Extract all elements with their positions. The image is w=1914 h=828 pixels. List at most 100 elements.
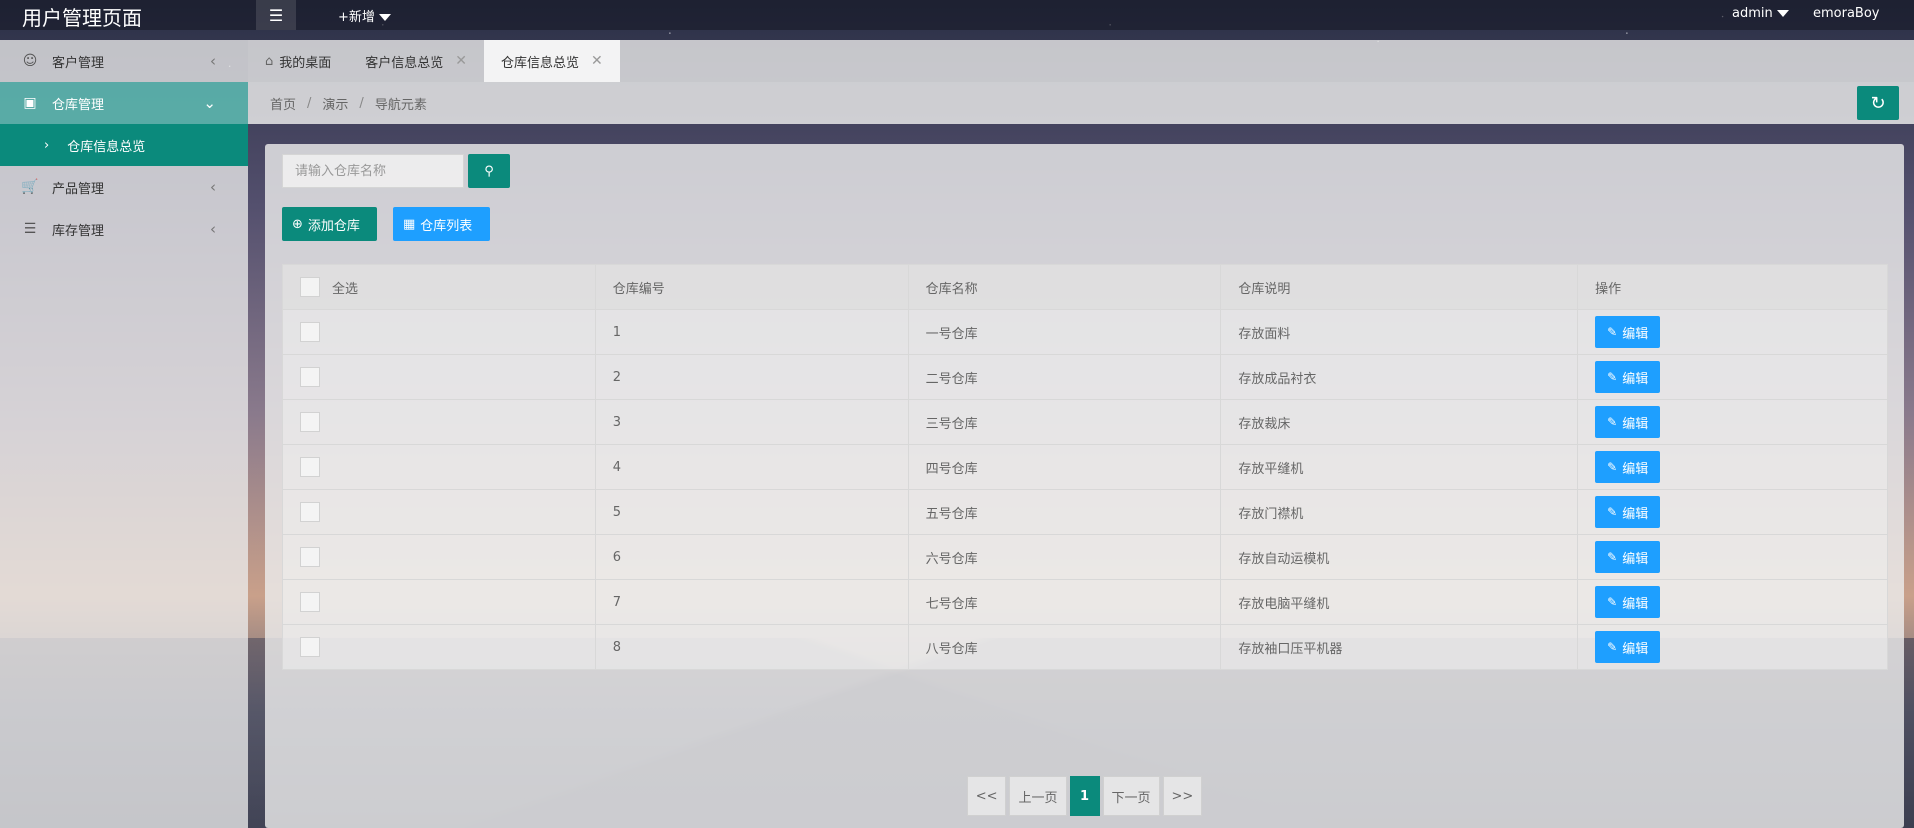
menu-toggle-button[interactable]: ☰: [256, 0, 296, 30]
sidebar-item-label: 仓库管理: [52, 97, 105, 113]
sidebar-subitem-label: 仓库信息总览: [67, 139, 146, 155]
tab-warehouse-overview[interactable]: 仓库信息总览 ✕: [484, 40, 620, 82]
sidebar-item-products[interactable]: 🛒 产品管理 ‹: [0, 166, 248, 208]
table-header-row: 全选 仓库编号 仓库名称 仓库说明 操作: [282, 264, 1888, 310]
cell-id: 4: [594, 444, 909, 490]
username-link[interactable]: emoraBoy: [1813, 6, 1880, 21]
row-checkbox[interactable]: [300, 322, 320, 342]
edit-label: 编辑: [1622, 326, 1649, 342]
plus-circle-icon: ⊕: [292, 216, 303, 232]
refresh-icon: ↻: [1870, 92, 1886, 114]
warehouse-table: 全选 仓库编号 仓库名称 仓库说明 操作 1 一号仓库 存放面料 ✎ 编辑 2 二号仓库 存放…: [282, 264, 1888, 670]
edit-button[interactable]: ✎ 编辑: [1595, 361, 1661, 393]
edit-button[interactable]: ✎ 编辑: [1595, 496, 1661, 528]
chevron-right-icon: ›: [44, 137, 50, 153]
row-select-cell: [282, 444, 596, 490]
row-checkbox[interactable]: [300, 547, 320, 567]
new-label: +新增: [338, 10, 375, 25]
search-input[interactable]: [282, 154, 464, 188]
edit-button[interactable]: ✎ 编辑: [1595, 316, 1661, 348]
breadcrumb-item[interactable]: 首页: [270, 94, 296, 113]
warehouse-list-button[interactable]: ▦ 仓库列表: [393, 207, 490, 241]
pencil-icon: ✎: [1607, 415, 1618, 429]
refresh-button[interactable]: ↻: [1857, 86, 1899, 120]
sidebar-item-inventory[interactable]: ☰ 库存管理 ‹: [0, 208, 248, 250]
caret-down-icon: [378, 14, 391, 21]
cell-actions: ✎ 编辑: [1577, 399, 1888, 445]
row-checkbox[interactable]: [300, 637, 320, 657]
home-icon: ⌂: [265, 53, 274, 69]
table-row: 8 八号仓库 存放袖口压平机器 ✎ 编辑: [282, 624, 1888, 670]
tab-bar: ⌂ 我的桌面 客户信息总览 ✕ 仓库信息总览 ✕: [248, 40, 1914, 82]
row-checkbox[interactable]: [300, 367, 320, 387]
cell-id: 5: [594, 489, 909, 535]
close-icon[interactable]: ✕: [591, 53, 603, 69]
cell-name: 五号仓库: [907, 489, 1222, 535]
new-menu-button[interactable]: +新增: [338, 6, 391, 25]
edit-button[interactable]: ✎ 编辑: [1595, 586, 1661, 618]
tab-label: 我的桌面: [279, 55, 332, 71]
chevron-left-icon: ‹: [210, 220, 216, 238]
tab-label: 仓库信息总览: [501, 55, 580, 71]
page-next-button[interactable]: 下一页: [1102, 776, 1160, 816]
edit-button[interactable]: ✎ 编辑: [1595, 541, 1661, 573]
breadcrumb-item[interactable]: 演示: [322, 94, 348, 113]
edit-button[interactable]: ✎ 编辑: [1595, 631, 1661, 663]
sidebar-subitem-warehouse-overview[interactable]: › 仓库信息总览: [0, 124, 248, 166]
warehouse-icon: ▣: [23, 95, 37, 111]
row-checkbox[interactable]: [300, 502, 320, 522]
add-warehouse-button[interactable]: ⊕ 添加仓库: [282, 207, 377, 241]
edit-label: 编辑: [1622, 416, 1649, 432]
row-checkbox[interactable]: [300, 457, 320, 477]
cell-id: 8: [594, 624, 909, 670]
admin-menu[interactable]: admin: [1732, 6, 1789, 21]
tab-desktop[interactable]: ⌂ 我的桌面: [248, 40, 348, 82]
row-checkbox[interactable]: [300, 412, 320, 432]
row-select-cell: [282, 354, 596, 400]
pencil-icon: ✎: [1607, 550, 1618, 564]
cell-actions: ✎ 编辑: [1577, 489, 1888, 535]
sidebar-item-label: 客户管理: [52, 55, 105, 71]
cell-name: 二号仓库: [907, 354, 1222, 400]
pencil-icon: ✎: [1607, 640, 1618, 654]
row-select-cell: [282, 579, 596, 625]
hamburger-icon: ☰: [268, 5, 284, 25]
page-last-button[interactable]: >>: [1162, 776, 1203, 816]
table-row: 6 六号仓库 存放自动运模机 ✎ 编辑: [282, 534, 1888, 580]
table-body: 1 一号仓库 存放面料 ✎ 编辑 2 二号仓库 存放成品衬衣 ✎ 编辑 3 三号仓库 存放裁床 ✎ 编辑 4 四…: [282, 309, 1888, 670]
search-button[interactable]: ⚲: [468, 154, 510, 188]
cell-desc: 存放平缝机: [1220, 444, 1579, 490]
edit-button[interactable]: ✎ 编辑: [1595, 451, 1661, 483]
pencil-icon: ✎: [1607, 460, 1618, 474]
breadcrumb-item[interactable]: 导航元素: [375, 94, 427, 113]
chevron-left-icon: ‹: [210, 52, 216, 70]
sidebar-item-customers[interactable]: ☺ 客户管理 ‹: [0, 40, 248, 82]
cell-name: 七号仓库: [907, 579, 1222, 625]
page-first-button[interactable]: <<: [966, 776, 1007, 816]
user-icon: ☺: [22, 53, 38, 69]
table-row: 1 一号仓库 存放面料 ✎ 编辑: [282, 309, 1888, 355]
edit-label: 编辑: [1622, 371, 1649, 387]
sidebar-item-warehouse[interactable]: ▣ 仓库管理 ⌄: [0, 82, 248, 124]
top-bar: 用户管理页面 ☰ +新增 admin emoraBoy: [0, 0, 1914, 30]
cell-desc: 存放自动运模机: [1220, 534, 1579, 580]
page-prev-button[interactable]: 上一页: [1009, 776, 1067, 816]
row-select-cell: [282, 399, 596, 445]
edit-button[interactable]: ✎ 编辑: [1595, 406, 1661, 438]
cell-actions: ✎ 编辑: [1577, 444, 1888, 490]
row-checkbox[interactable]: [300, 592, 320, 612]
cell-desc: 存放成品衬衣: [1220, 354, 1579, 400]
close-icon[interactable]: ✕: [455, 53, 467, 69]
page-current-button[interactable]: 1: [1069, 776, 1100, 816]
cell-desc: 存放门襟机: [1220, 489, 1579, 535]
edit-label: 编辑: [1622, 551, 1649, 567]
select-all-checkbox[interactable]: [300, 277, 320, 297]
tab-customer-overview[interactable]: 客户信息总览 ✕: [348, 40, 484, 82]
cell-actions: ✎ 编辑: [1577, 354, 1888, 400]
cell-id: 7: [594, 579, 909, 625]
admin-label: admin: [1732, 6, 1773, 21]
main-panel: ⚲ ⊕ 添加仓库 ▦ 仓库列表 全选 仓库编号 仓库名称 仓库说明 操作 1一号…: [265, 144, 1904, 828]
breadcrumb-separator: /: [359, 95, 364, 111]
cell-id: 1: [594, 309, 909, 355]
cell-actions: ✎ 编辑: [1577, 624, 1888, 670]
